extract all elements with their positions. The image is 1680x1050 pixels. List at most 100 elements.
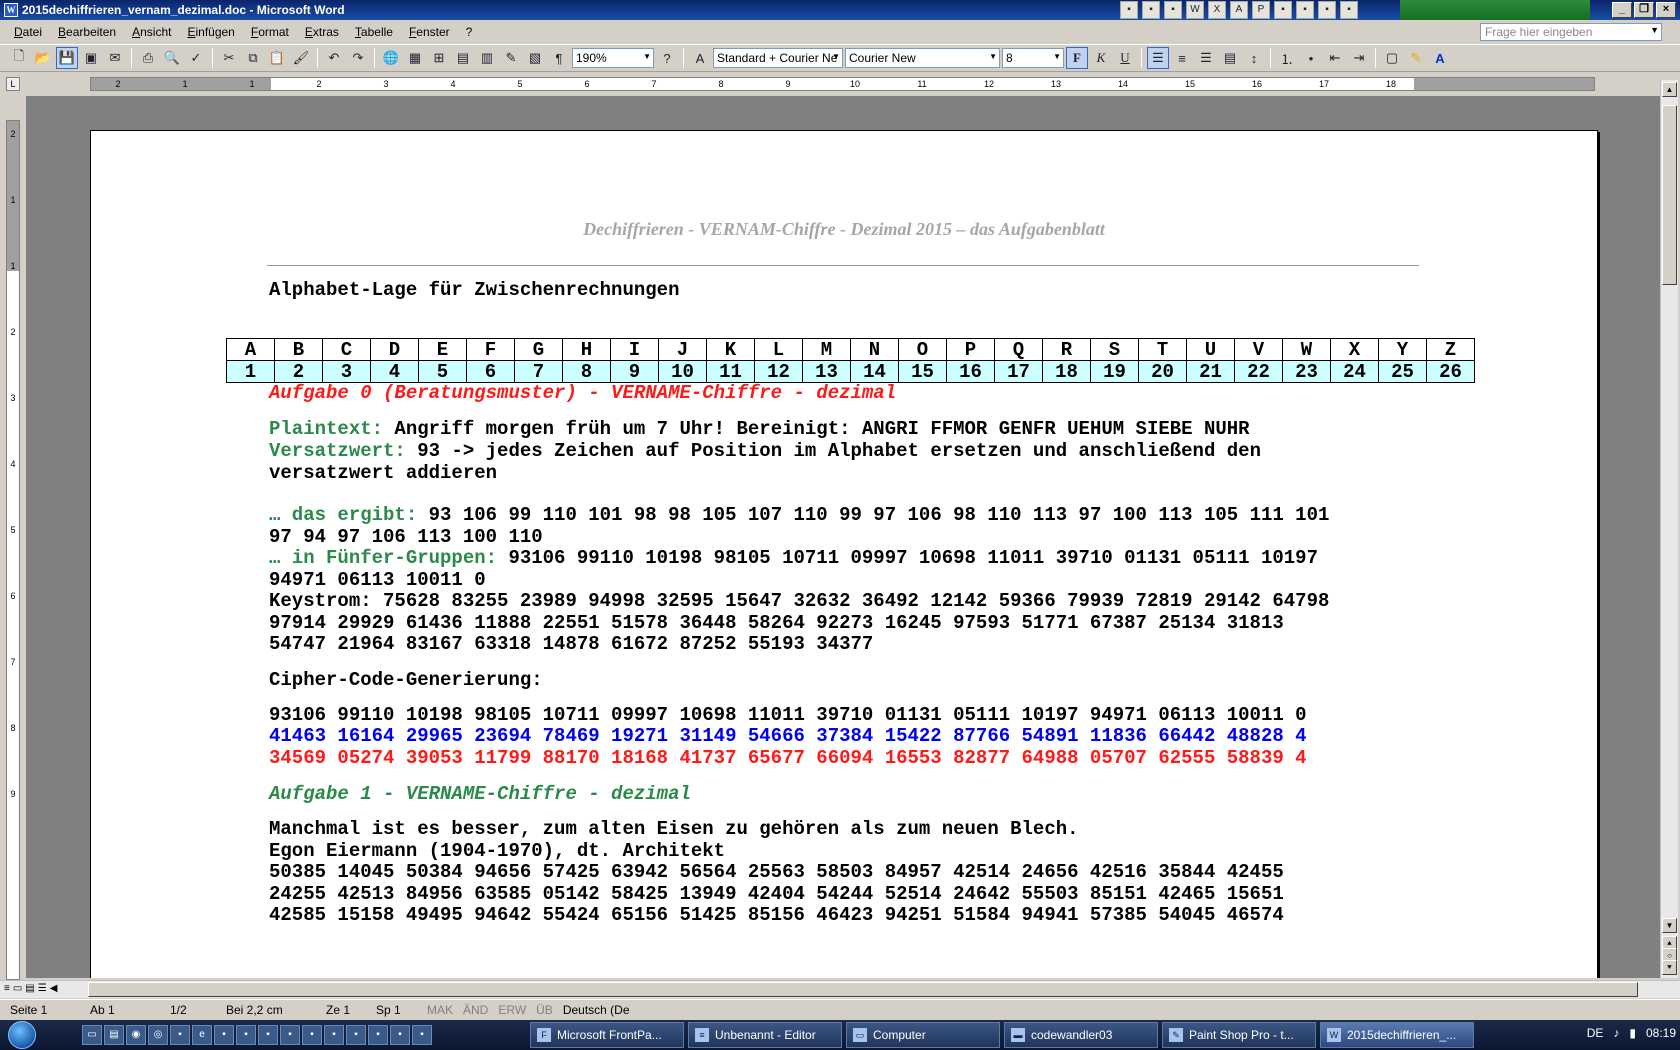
drawing-icon[interactable]: ✎ [500,47,522,69]
menu-bearbeiten[interactable]: Bearbeiten [50,25,124,39]
help-icon[interactable]: ? [656,47,678,69]
app-icon[interactable]: ▪ [236,1025,256,1045]
horizontal-scroll-thumb[interactable] [88,982,1638,997]
app-icon[interactable]: ▪ [412,1025,432,1045]
menu-ansicht[interactable]: Ansicht [124,25,179,39]
internet-explorer-icon[interactable]: e [192,1025,212,1045]
normal-view-icon[interactable]: ≡ [4,983,10,994]
menu-tabelle[interactable]: Tabelle [347,25,401,39]
show-formatting-icon[interactable]: ¶ [548,47,570,69]
minimize-icon[interactable]: _ [1612,2,1632,18]
align-center-icon[interactable]: ≡ [1171,47,1193,69]
copy-icon[interactable]: ⧉ [242,47,264,69]
line-spacing-icon[interactable]: ↕ [1243,47,1265,69]
app-icon[interactable]: ▪ [214,1025,234,1045]
permission-icon[interactable]: ▣ [80,47,102,69]
document-area[interactable]: Dechiffrieren - VERNAM-Chiffre - Dezimal… [26,96,1666,978]
justify-icon[interactable]: ▤ [1219,47,1241,69]
zoom-select[interactable]: 190% ▼ [572,48,654,68]
print-preview-icon[interactable]: 🔍 [161,47,183,69]
spellcheck-icon[interactable]: ✓ [185,47,207,69]
tray-app-icon[interactable]: W [1186,1,1204,19]
horizontal-ruler[interactable]: 2 1 1 2 3 4 5 6 7 8 9 10 11 12 13 14 15 16 17 18 [90,77,1595,91]
save-icon[interactable]: 💾 [56,47,78,69]
font-select[interactable]: Courier New ▼ [845,48,1000,68]
underline-button[interactable]: U [1114,47,1136,69]
word-app-icon[interactable]: W [4,3,18,17]
tray-app-icon[interactable]: ▪ [1120,1,1138,19]
print-icon[interactable]: ⎙ [137,47,159,69]
menu-einfuegen[interactable]: Einfügen [179,25,242,39]
new-document-icon[interactable]: 🗋 [8,47,30,69]
redo-icon[interactable]: ↷ [347,47,369,69]
tray-app-icon[interactable]: ▪ [1318,1,1336,19]
vertical-scroll-thumb[interactable] [1662,105,1677,285]
explorer-icon[interactable]: ▤ [104,1025,124,1045]
tray-app-icon[interactable]: ▪ [1164,1,1182,19]
chrome-icon[interactable]: ◎ [148,1025,168,1045]
task-paintshop[interactable]: ✎ Paint Shop Pro - t... [1162,1022,1316,1048]
status-overtype[interactable]: ÜB [531,1003,558,1017]
print-layout-icon[interactable]: ▤ [25,983,34,994]
horizontal-scrollbar[interactable]: ≡ ▭ ▤ ☰ ◀ [0,980,1680,998]
tray-app-icon[interactable]: ▪ [1274,1,1292,19]
task-word[interactable]: W 2015dechiffrieren_... [1320,1022,1474,1048]
volume-icon[interactable]: ♪ [1613,1026,1619,1040]
tray-language[interactable]: DE [1587,1026,1604,1040]
bold-button[interactable]: F [1066,47,1088,69]
outline-view-icon[interactable]: ☰ [38,983,47,994]
insert-excel-icon[interactable]: ▤ [452,47,474,69]
tray-app-icon[interactable]: ▪ [1340,1,1358,19]
scroll-down-icon[interactable]: ▼ [1662,918,1677,933]
vertical-scrollbar[interactable]: ▲ ▼ ⯅ ○ ⯆ [1660,80,1678,978]
tables-borders-icon[interactable]: ▦ [404,47,426,69]
cut-icon[interactable]: ✂ [218,47,240,69]
menu-fenster[interactable]: Fenster [401,25,458,39]
task-editor[interactable]: ≡ Unbenannt - Editor [688,1022,842,1048]
tray-app-icon[interactable]: A [1230,1,1248,19]
app-icon[interactable]: ▪ [170,1025,190,1045]
web-view-icon[interactable]: ▭ [13,983,22,994]
status-track-changes[interactable]: ÄND [458,1003,493,1017]
styles-pane-icon[interactable]: A [689,47,711,69]
tray-app-icon[interactable]: X [1208,1,1226,19]
show-desktop-icon[interactable]: ▭ [82,1025,102,1045]
app-icon[interactable]: ▪ [346,1025,366,1045]
tray-clock[interactable]: 08:19 [1646,1026,1676,1040]
paste-icon[interactable]: 📋 [266,47,288,69]
font-size-select[interactable]: 8 ▼ [1002,48,1064,68]
increase-indent-icon[interactable]: ⇥ [1348,47,1370,69]
scroll-left-icon[interactable]: ◀ [50,983,58,994]
app-icon[interactable]: ▪ [280,1025,300,1045]
menu-format[interactable]: Format [243,25,297,39]
app-icon[interactable]: ▪ [324,1025,344,1045]
menu-help[interactable]: ? [458,25,481,39]
status-extend[interactable]: ERW [493,1003,531,1017]
task-frontpage[interactable]: F Microsoft FrontPa... [530,1022,684,1048]
tray-app-icon[interactable]: ▪ [1142,1,1160,19]
align-left-icon[interactable]: ☰ [1147,47,1169,69]
maximize-icon[interactable]: ❐ [1634,2,1654,18]
app-icon[interactable]: ▪ [390,1025,410,1045]
scroll-up-icon[interactable]: ▲ [1662,82,1677,97]
task-codewandler[interactable]: ▬ codewandler03 [1004,1022,1158,1048]
app-icon[interactable]: ▪ [258,1025,278,1045]
outlook-icon[interactable]: ◉ [126,1025,146,1045]
status-macro[interactable]: MAK [422,1003,458,1017]
task-computer[interactable]: ▭ Computer [846,1022,1000,1048]
menu-datei[interactable]: Datei [6,25,50,39]
style-select[interactable]: Standard + Courier Ne ▼ [713,48,843,68]
bullets-icon[interactable]: • [1300,47,1322,69]
status-language[interactable]: Deutsch (De [558,1003,635,1017]
close-icon[interactable]: × [1656,2,1676,18]
vertical-ruler[interactable]: 2 1 1 2 3 4 5 6 7 8 9 [6,120,20,980]
menu-extras[interactable]: Extras [297,25,347,39]
columns-icon[interactable]: ▥ [476,47,498,69]
hyperlink-icon[interactable]: 🌐 [380,47,402,69]
tray-app-icon[interactable]: P [1252,1,1270,19]
start-button[interactable] [0,1020,44,1050]
email-icon[interactable]: ✉ [104,47,126,69]
border-icon[interactable]: ▢ [1381,47,1403,69]
document-page[interactable]: Dechiffrieren - VERNAM-Chiffre - Dezimal… [90,130,1598,978]
help-search-input[interactable]: Frage hier eingeben ▼ [1480,23,1662,41]
